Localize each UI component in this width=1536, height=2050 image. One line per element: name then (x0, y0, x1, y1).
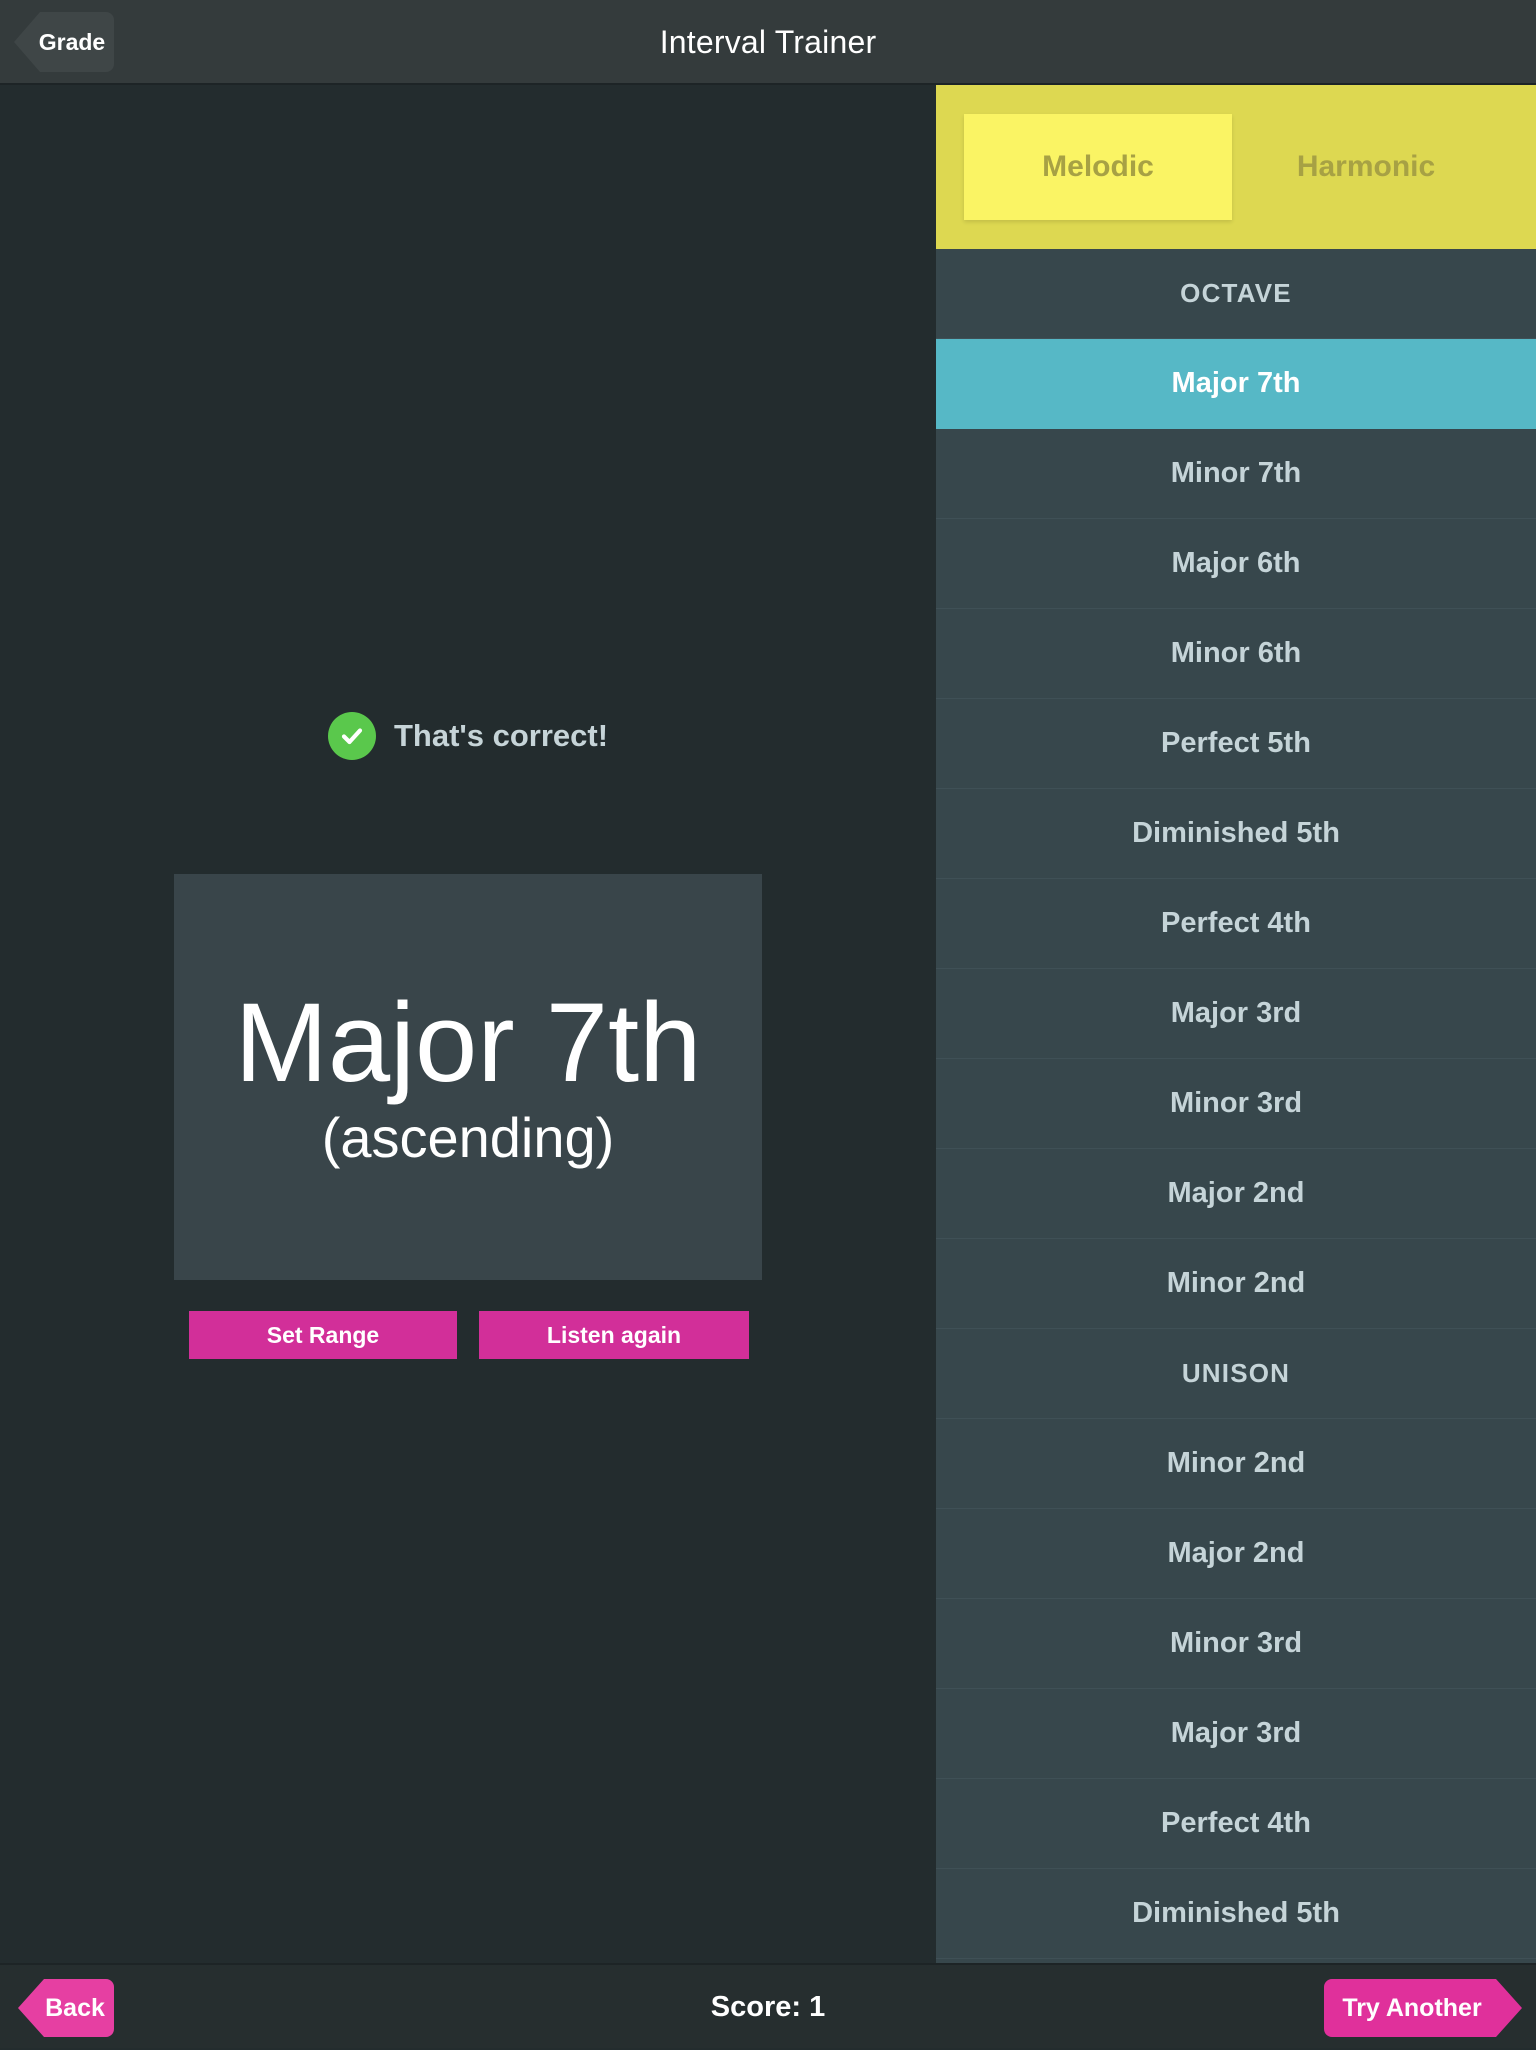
mode-segment-melodic-label: Melodic (1042, 150, 1154, 183)
interval-label: Major 3rd (1170, 1717, 1302, 1749)
mode-segment-harmonic[interactable]: Harmonic (1232, 114, 1500, 220)
mode-segment-melodic[interactable]: Melodic (964, 114, 1232, 220)
interval-label: Major 3rd (1170, 997, 1302, 1029)
set-range-button[interactable]: Set Range (189, 1311, 457, 1359)
feedback-text: That's correct! (393, 718, 609, 753)
interval-label: Perfect 4th (1161, 907, 1311, 939)
interval-label: Perfect 5th (1161, 727, 1311, 759)
interval-list-item[interactable]: Diminished 5th (936, 789, 1536, 879)
interval-label: Minor 6th (1170, 637, 1302, 669)
bottom-bar: Back Score: 1 Try Another (0, 1963, 1536, 2048)
interval-list-item[interactable]: Major 7th (936, 339, 1536, 429)
interval-list-item[interactable]: Major 3rd (936, 1689, 1536, 1779)
interval-list-item[interactable]: Perfect 4th (936, 879, 1536, 969)
answer-interval-direction: (ascending) (321, 1105, 615, 1169)
interval-list-item[interactable]: Minor 3rd (936, 1059, 1536, 1149)
interval-list-item[interactable]: Minor 2nd (936, 1419, 1536, 1509)
interval-list-item[interactable]: Perfect 5th (936, 699, 1536, 789)
mode-segmented-control[interactable]: Melodic Harmonic (936, 85, 1536, 249)
interval-selection-panel: Melodic Harmonic OCTAVE Major 7th Minor 7t… (936, 85, 1536, 1963)
interval-label: Major 7th (1171, 367, 1301, 399)
interval-label: Major 6th (1171, 547, 1301, 579)
interval-label: Minor 3rd (1169, 1087, 1303, 1119)
interval-list-item[interactable]: Minor 3rd (936, 1599, 1536, 1689)
answer-card: Major 7th (ascending) (174, 874, 762, 1280)
try-another-button[interactable]: Try Another (1324, 1979, 1522, 2037)
try-another-label: Try Another (1342, 1993, 1482, 2022)
interval-list-item[interactable]: Major 3rd (936, 969, 1536, 1059)
top-bar: Grade Interval Trainer (0, 0, 1536, 85)
answer-interval-name: Major 7th (234, 980, 702, 1106)
interval-label: Major 2nd (1167, 1177, 1305, 1209)
action-buttons-row: Set Range Listen again (189, 1311, 749, 1359)
interval-list-item[interactable]: Minor 7th (936, 429, 1536, 519)
interval-list-item[interactable]: Minor 2nd (936, 1239, 1536, 1329)
feedback-row: That's correct! (0, 712, 936, 760)
score-display: Score: 1 (710, 1991, 826, 2023)
page-title: Interval Trainer (659, 24, 877, 60)
check-circle-icon (327, 712, 376, 760)
interval-group-header: OCTAVE (936, 249, 1536, 339)
interval-label: Minor 3rd (1169, 1627, 1303, 1659)
interval-label: Minor 7th (1170, 457, 1302, 489)
interval-label: Diminished 5th (1132, 817, 1340, 849)
interval-list-item[interactable]: Perfect 4th (936, 1779, 1536, 1869)
interval-list: OCTAVE Major 7th Minor 7th Major 6th Minor 6… (936, 249, 1536, 1959)
interval-label: Minor 2nd (1166, 1447, 1306, 1479)
interval-list-item[interactable]: Major 2nd (936, 1149, 1536, 1239)
interval-label: UNISON (1181, 1358, 1291, 1388)
interval-label: Minor 2nd (1166, 1267, 1306, 1299)
interval-label: Major 2nd (1167, 1537, 1305, 1569)
interval-list-item[interactable]: Major 6th (936, 519, 1536, 609)
interval-label: OCTAVE (1180, 278, 1292, 308)
interval-label: Perfect 4th (1161, 1807, 1311, 1839)
answer-panel: That's correct! Major 7th (ascending) Se… (0, 85, 936, 1963)
mode-segment-harmonic-label: Harmonic (1296, 150, 1436, 183)
interval-group-header: UNISON (936, 1329, 1536, 1419)
interval-list-item[interactable]: Diminished 5th (936, 1869, 1536, 1959)
listen-again-button[interactable]: Listen again (479, 1311, 749, 1359)
interval-list-item[interactable]: Minor 6th (936, 609, 1536, 699)
interval-list-item[interactable]: Major 2nd (936, 1509, 1536, 1599)
interval-label: Diminished 5th (1132, 1897, 1340, 1929)
